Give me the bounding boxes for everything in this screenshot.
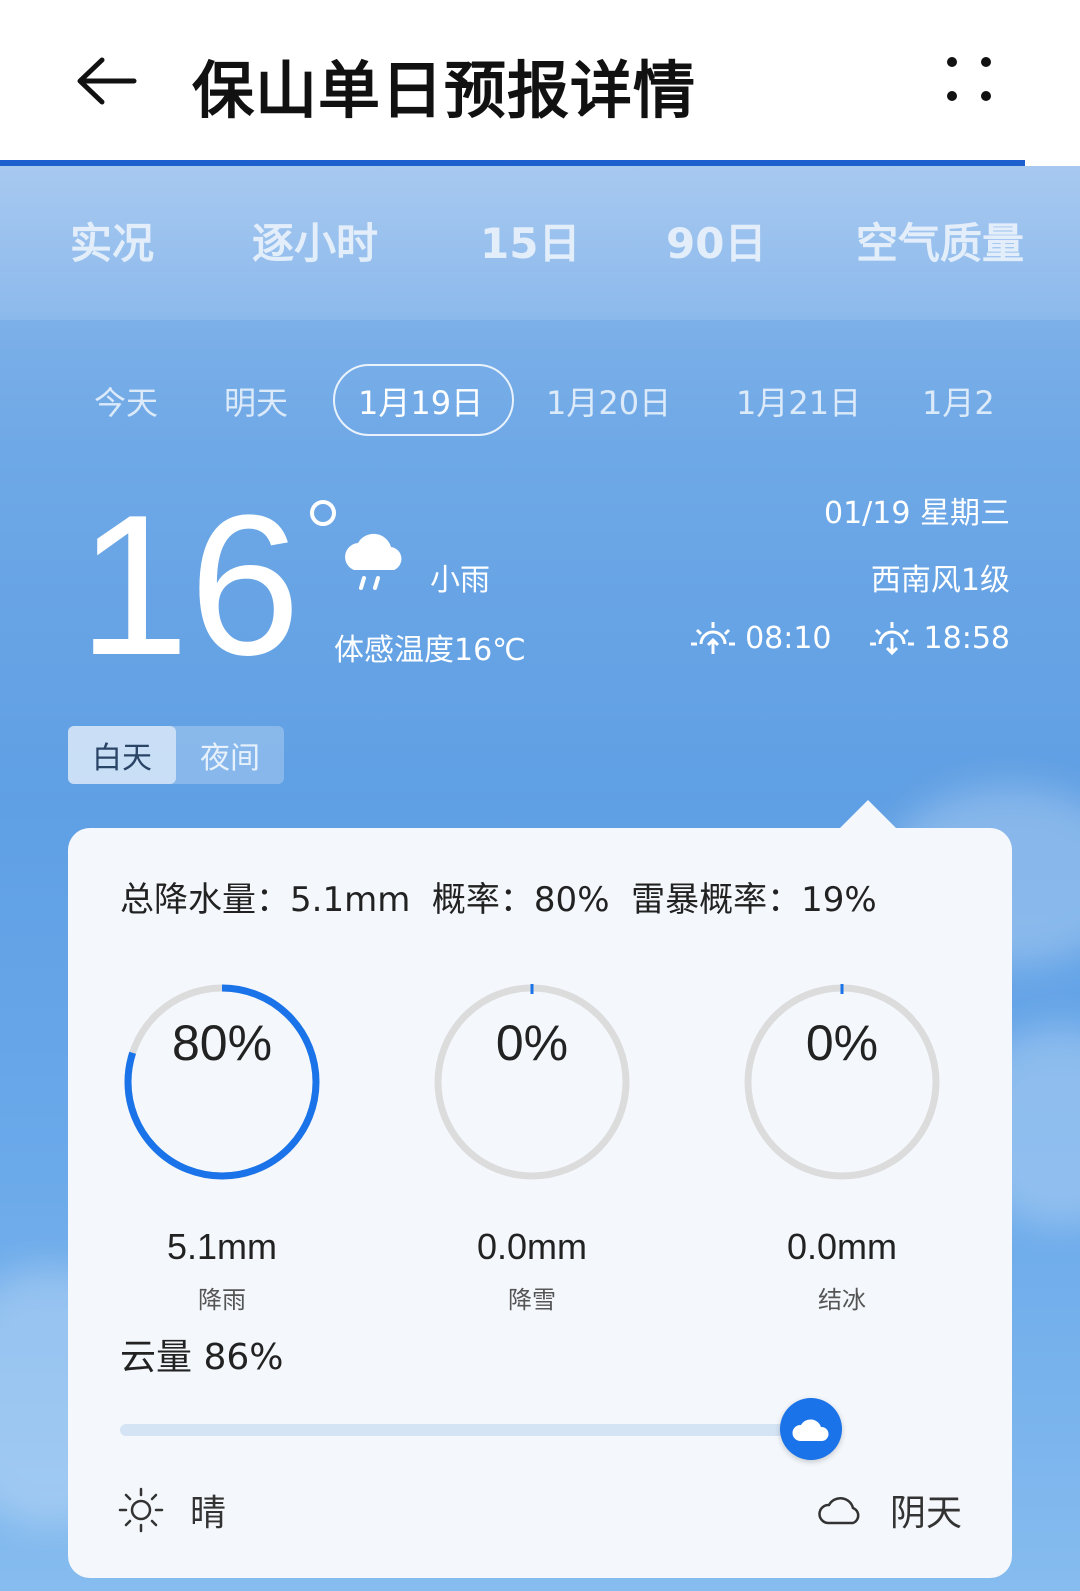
cloud-outline-icon [818, 1496, 860, 1525]
card-pointer [838, 800, 898, 830]
rain-label: 降雨 [198, 1286, 246, 1314]
temperature: 16 [78, 474, 301, 697]
ice-amount: 0.0mm [786, 1226, 898, 1267]
sunrise-icon [691, 622, 736, 654]
app-header: 保山单日预报详情 [0, 0, 1080, 160]
tab-90day[interactable]: 90日 [666, 210, 766, 271]
date-tab-jan2x[interactable]: 1月2 [922, 378, 995, 424]
rain-percent: 80% [171, 1015, 273, 1071]
degree-symbol [310, 500, 336, 526]
wind-info: 西南风1级 [870, 563, 1010, 598]
cloud-cover-label: 云量 86% [120, 1337, 284, 1378]
tab-air-quality[interactable]: 空气质量 [856, 210, 1024, 271]
condition-text: 小雨 [430, 563, 490, 598]
tab-15day[interactable]: 15日 [480, 210, 580, 271]
overcast-label: 阴天 [889, 1493, 962, 1534]
tab-hourly[interactable]: 逐小时 [252, 210, 378, 271]
more-options-icon[interactable] [940, 50, 1000, 110]
clear-end: 晴 [118, 1484, 226, 1536]
snow-ring [434, 984, 630, 1180]
cloud-cover-track [120, 1424, 810, 1436]
cloud-cover-knob[interactable] [780, 1398, 842, 1460]
back-arrow-icon[interactable] [72, 46, 142, 116]
ice-percent: 0% [805, 1015, 879, 1071]
cloud-rain-icon [345, 533, 402, 590]
cloud-icon [792, 1419, 829, 1441]
date-tab-jan21[interactable]: 1月21日 [736, 378, 861, 424]
date-tab-today[interactable]: 今天 [94, 378, 158, 424]
page-title: 保山单日预报详情 [192, 54, 697, 127]
day-night-toggle: 白天 夜间 [68, 726, 284, 784]
date-weekday: 01/19 星期三 [824, 496, 1010, 531]
ice-ring [744, 984, 940, 1180]
sun-times: 08:10 18:58 [689, 620, 1010, 656]
night-button[interactable]: 夜间 [176, 726, 284, 784]
ice-label: 结冰 [818, 1286, 866, 1314]
sunrise-time: 08:10 [745, 620, 832, 656]
snow-amount: 0.0mm [476, 1226, 588, 1267]
snow-percent: 0% [495, 1015, 569, 1071]
precip-summary: 总降水量：5.1mm 概率：80% 雷暴概率：19% [120, 880, 877, 920]
overcast-end: 阴天 [816, 1484, 962, 1536]
day-button[interactable]: 白天 [68, 726, 176, 784]
clear-label: 晴 [190, 1493, 227, 1534]
snow-label: 降雪 [508, 1286, 556, 1314]
precip-card: 总降水量：5.1mm 概率：80% 雷暴概率：19% 80% 5.1mm 降雨 … [68, 828, 1012, 1578]
date-tab-jan20[interactable]: 1月20日 [546, 378, 671, 424]
feels-like: 体感温度16℃ [334, 633, 526, 668]
date-tab-jan19[interactable]: 1月19日 [358, 378, 483, 424]
sunset-time: 18:58 [923, 620, 1010, 656]
date-tab-tomorrow[interactable]: 明天 [224, 378, 288, 424]
rain-amount: 5.1mm [166, 1226, 278, 1267]
top-tab-bar: 实况 逐小时 15日 90日 空气质量 [0, 166, 1080, 320]
tab-current[interactable]: 实况 [70, 210, 154, 271]
sun-icon [118, 1487, 164, 1533]
sunset-icon [869, 622, 914, 656]
rain-ring [124, 984, 320, 1180]
